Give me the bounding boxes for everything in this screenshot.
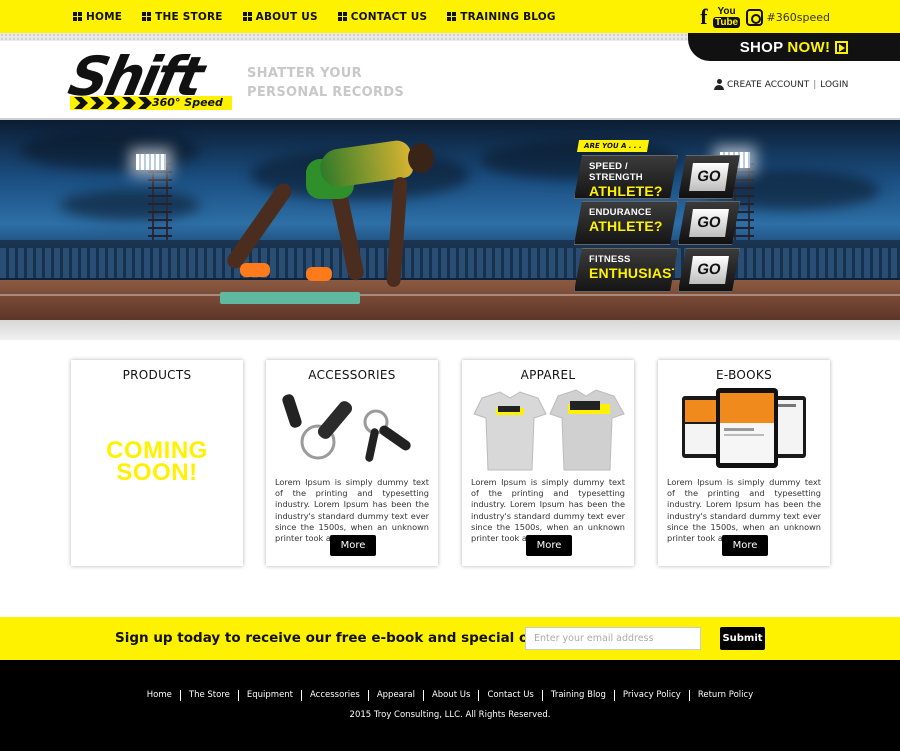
apparel-image: [473, 389, 625, 471]
footer: Home The Store Equipment Accessories App…: [0, 660, 900, 751]
card-title: APPAREL: [520, 368, 576, 382]
nav-contact-us[interactable]: CONTACT US: [337, 10, 428, 23]
top-bar: HOME THE STORE ABOUT US CONTACT US TRAIN…: [0, 0, 900, 33]
social-links: f You Tube #360speed: [700, 5, 830, 29]
hero-banner: [0, 118, 900, 320]
top-nav: HOME THE STORE ABOUT US CONTACT US TRAIN…: [73, 11, 576, 23]
footer-link-accessories[interactable]: Accessories: [301, 690, 368, 701]
more-button[interactable]: More: [722, 535, 768, 556]
nav-label: CONTACT US: [350, 10, 428, 23]
submit-button[interactable]: Submit: [720, 627, 765, 650]
footer-nav: Home The Store Equipment Accessories App…: [0, 690, 900, 701]
footer-link-equipment[interactable]: Equipment: [237, 690, 301, 701]
cta-endurance[interactable]: ENDURANCE ATHLETE? GO: [574, 201, 740, 245]
nav-label: TRAINING BLOG: [460, 10, 556, 23]
accessories-image: [282, 394, 411, 462]
hero-shadow: [0, 320, 900, 340]
create-account-link[interactable]: CREATE ACCOUNT: [727, 80, 809, 90]
facebook-icon[interactable]: f: [700, 6, 707, 28]
go-button: GO: [678, 201, 740, 245]
coming-soon-text: COMING SOON!: [106, 437, 208, 486]
footer-link-contact-us[interactable]: Contact Us: [478, 690, 541, 701]
nav-home[interactable]: HOME: [73, 11, 122, 23]
instagram-icon[interactable]: [745, 8, 763, 26]
nav-label: THE STORE: [155, 10, 223, 23]
newsletter-signup: Sign up today to receive our free e-book…: [0, 617, 900, 660]
grid-icon: [242, 12, 252, 21]
ebooks-image: [682, 388, 806, 468]
more-button[interactable]: More: [526, 535, 572, 556]
copyright: 2015 Troy Consulting, LLC. All Rights Re…: [349, 710, 551, 720]
signup-text: Sign up today to receive our free e-book…: [115, 630, 570, 646]
youtube-icon[interactable]: You Tube: [712, 5, 741, 29]
tagline: SHATTER YOUR PERSONAL RECORDS: [247, 66, 405, 100]
card-accessories: ACCESSORIES Lorem Ipsum is simply dummy …: [266, 360, 438, 566]
hashtag-text: #360speed: [766, 10, 830, 24]
footer-link-training-blog[interactable]: Training Blog: [541, 690, 614, 701]
play-icon: [835, 40, 849, 54]
logo-subtitle: 360° Speed: [152, 96, 223, 109]
footer-link-about-us[interactable]: About Us: [422, 690, 478, 701]
footer-link-return-policy[interactable]: Return Policy: [688, 690, 761, 701]
email-input[interactable]: [525, 627, 701, 650]
account-links: CREATE ACCOUNT | LOGIN: [714, 79, 848, 90]
nav-label: HOME: [86, 10, 123, 23]
grid-icon: [73, 12, 82, 21]
login-link[interactable]: LOGIN: [820, 80, 848, 90]
nav-training-blog[interactable]: TRAINING BLOG: [447, 11, 556, 23]
user-icon: [714, 79, 724, 90]
grid-icon: [447, 12, 457, 21]
card-apparel: APPAREL Lorem Ipsum is simply dummy text…: [462, 360, 634, 566]
card-title: PRODUCTS: [122, 368, 192, 382]
footer-link-privacy-policy[interactable]: Privacy Policy: [613, 690, 689, 701]
card-products: PRODUCTS COMING SOON!: [71, 360, 243, 566]
cta-speed-strength[interactable]: SPEED / STRENGTH ATHLETE? GO: [574, 155, 740, 199]
footer-link-home[interactable]: Home: [139, 690, 180, 701]
go-button: GO: [678, 155, 740, 199]
logo[interactable]: Shift 360° Speed: [63, 45, 240, 112]
nav-about-us[interactable]: ABOUT US: [242, 10, 318, 23]
nav-label: ABOUT US: [255, 10, 318, 23]
card-title: ACCESSORIES: [308, 368, 396, 382]
card-title: E-BOOKS: [716, 368, 772, 382]
cta-fitness[interactable]: FITNESS ENTHUSIAST? GO: [574, 248, 740, 292]
are-you-label: ARE YOU A . . .: [576, 140, 649, 152]
sprinter-image: [210, 135, 434, 305]
grid-icon: [337, 12, 347, 21]
shop-now-button[interactable]: SHOP NOW!: [688, 33, 900, 61]
footer-link-the-store[interactable]: The Store: [179, 690, 238, 701]
more-button[interactable]: More: [330, 535, 376, 556]
nav-the-store[interactable]: THE STORE: [142, 11, 223, 23]
go-button: GO: [678, 248, 740, 292]
footer-link-appearal[interactable]: Appearal: [367, 690, 423, 701]
grid-icon: [142, 12, 152, 21]
card-ebooks: E-BOOKS Lorem Ipsum is simply dummy text…: [658, 360, 830, 566]
